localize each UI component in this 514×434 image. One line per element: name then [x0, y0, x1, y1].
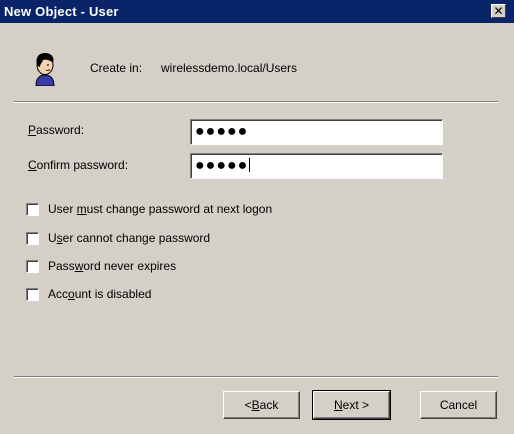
option-label: User cannot change password: [48, 231, 211, 245]
title-bar[interactable]: New Object - User ✕: [0, 0, 514, 23]
option-label: Password never expires: [48, 259, 177, 273]
password-input[interactable]: ●●●●●: [190, 119, 443, 145]
option-label: User must change password at next logon: [48, 202, 273, 216]
checkbox[interactable]: [26, 259, 39, 273]
password-value: ●●●●●: [195, 123, 249, 140]
confirm-password-value: ●●●●●: [195, 157, 249, 174]
divider: [14, 376, 498, 378]
cancel-button[interactable]: Cancel: [420, 391, 497, 419]
option-label: Account is disabled: [48, 287, 152, 301]
option-password-never-expires[interactable]: Password never expires: [26, 258, 176, 274]
checkbox[interactable]: [26, 202, 39, 216]
next-button[interactable]: Next >: [312, 390, 391, 420]
close-icon: ✕: [493, 3, 504, 18]
user-icon: [35, 53, 55, 86]
option-must-change-password[interactable]: User must change password at next logon: [26, 201, 272, 217]
checkbox[interactable]: [26, 231, 39, 245]
password-label: Password:: [28, 123, 85, 137]
divider: [14, 101, 498, 103]
text-caret: [249, 158, 251, 172]
option-account-disabled[interactable]: Account is disabled: [26, 286, 151, 302]
create-in-label: Create in:: [90, 61, 143, 75]
window-title: New Object - User: [4, 4, 119, 19]
checkbox[interactable]: [26, 287, 39, 301]
create-in-path: wirelessdemo.local/Users: [161, 61, 298, 75]
option-cannot-change-password[interactable]: User cannot change password: [26, 230, 210, 246]
back-button[interactable]: < Back: [223, 391, 300, 419]
new-object-user-dialog: New Object - User ✕ Create in: wirelessd…: [0, 0, 514, 434]
confirm-password-label: Confirm password:: [28, 158, 129, 172]
close-button[interactable]: ✕: [491, 4, 506, 18]
confirm-password-input[interactable]: ●●●●●: [190, 153, 443, 179]
